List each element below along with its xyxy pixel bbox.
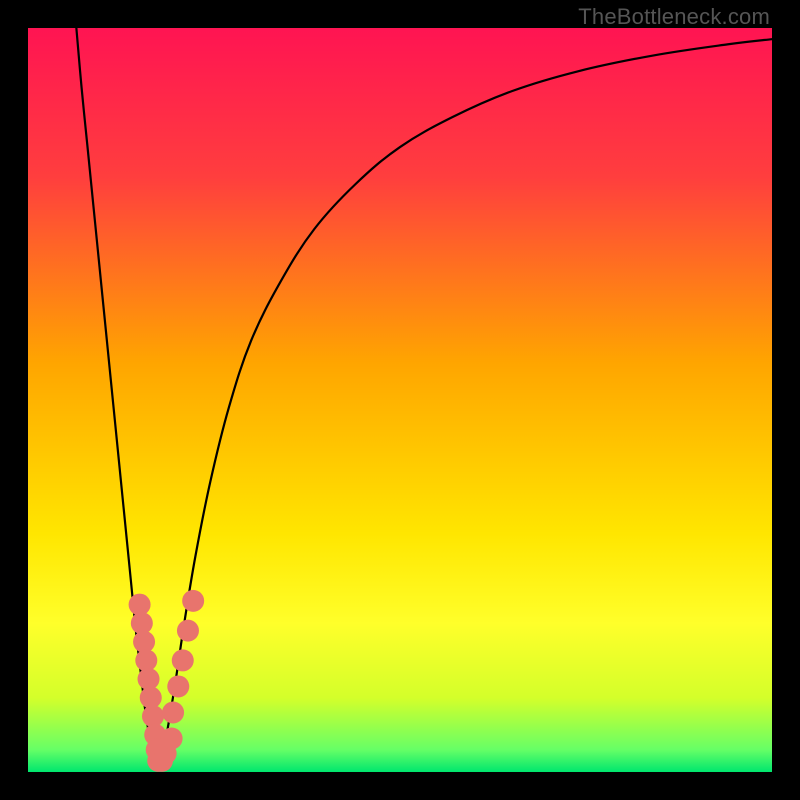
data-marker [133,631,155,653]
data-marker [129,594,151,616]
data-marker [135,649,157,671]
data-marker [138,668,160,690]
plot-area [28,28,772,772]
attribution-text: TheBottleneck.com [578,4,770,30]
data-marker [177,620,199,642]
chart-frame: TheBottleneck.com [0,0,800,800]
data-marker [131,612,153,634]
data-marker [182,590,204,612]
chart-svg [28,28,772,772]
data-marker [162,701,184,723]
data-marker [140,687,162,709]
data-marker [161,728,183,750]
data-marker [142,705,164,727]
data-marker [167,675,189,697]
data-marker [172,649,194,671]
